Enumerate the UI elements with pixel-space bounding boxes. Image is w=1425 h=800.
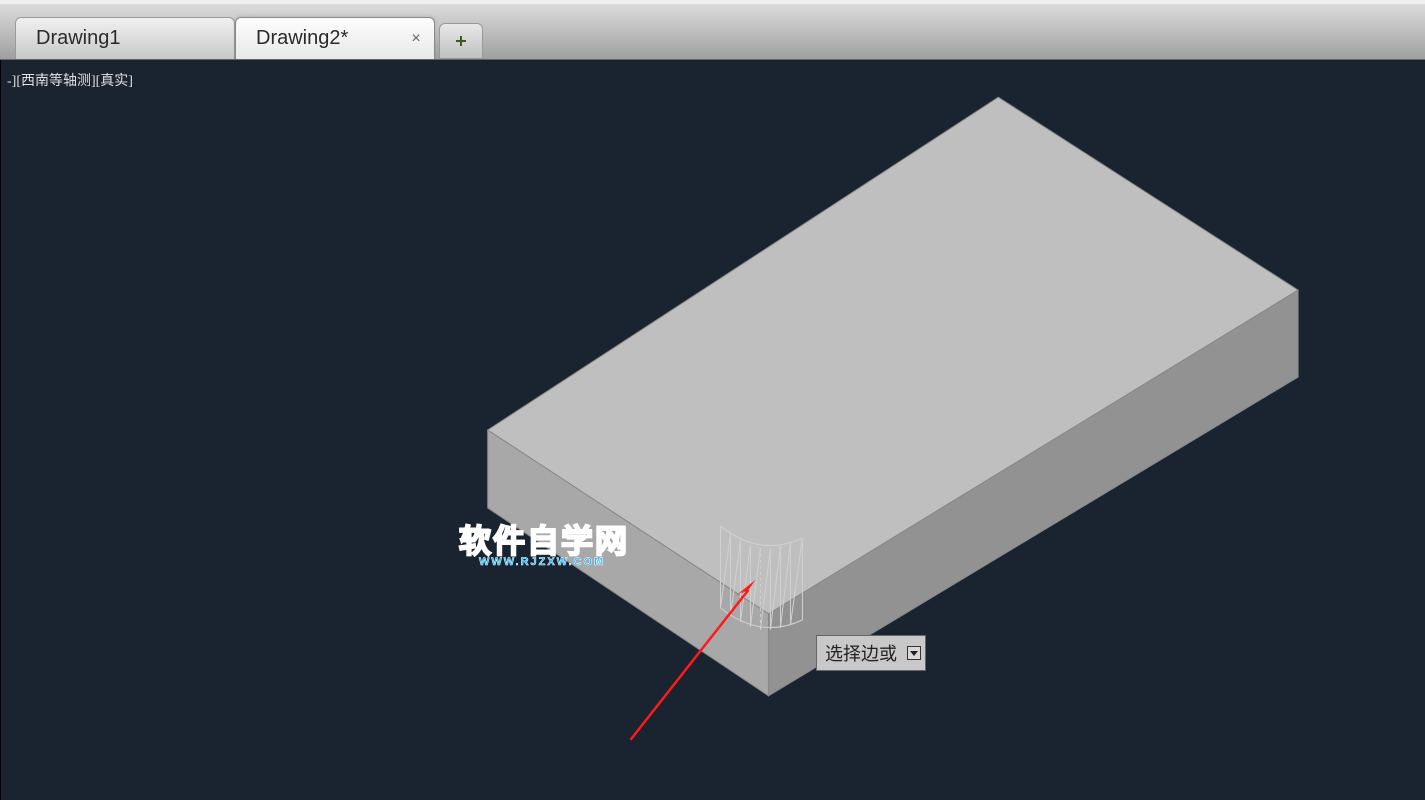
tab-drawing2[interactable]: Drawing2* × — [235, 17, 435, 59]
command-tooltip: 选择边或 — [816, 635, 926, 671]
plus-icon — [454, 34, 468, 48]
dropdown-icon[interactable] — [907, 646, 921, 660]
tab-bar: Drawing1 Drawing2* × — [0, 0, 1425, 60]
viewport-3d[interactable]: -][西南等轴测][真实] — [0, 60, 1425, 800]
tab-drawing1[interactable]: Drawing1 — [15, 17, 235, 59]
close-icon[interactable]: × — [408, 31, 424, 47]
tab-label: Drawing2* — [256, 27, 348, 50]
3d-model — [1, 60, 1425, 800]
tab-label: Drawing1 — [36, 27, 120, 50]
tooltip-text: 选择边或 — [825, 640, 897, 666]
watermark-url: WWW.RJZXW.COM — [479, 556, 605, 568]
new-tab-button[interactable] — [439, 23, 483, 59]
